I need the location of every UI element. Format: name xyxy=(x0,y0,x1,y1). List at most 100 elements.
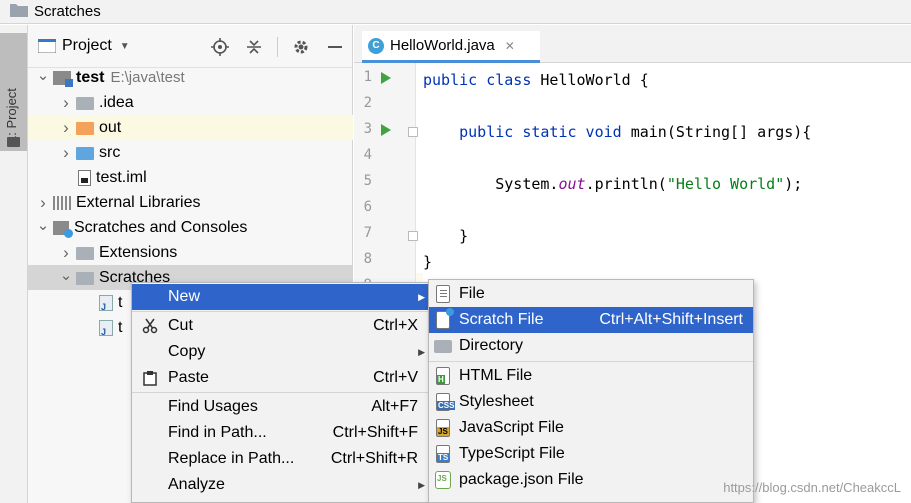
editor-tab-helloworld[interactable]: C HelloWorld.java ✕ xyxy=(362,31,540,63)
submenu-item-typescript-file[interactable]: TS TypeScript File xyxy=(429,441,753,467)
submenu-item-label: Directory xyxy=(459,337,524,354)
code-token: ); xyxy=(784,175,803,193)
submenu-item-file[interactable]: File xyxy=(429,281,753,307)
menu-item-find-usages[interactable]: Find Usages Alt+F7 xyxy=(132,394,428,420)
run-icon[interactable] xyxy=(381,72,391,84)
chevron-down-icon[interactable]: ▼ xyxy=(120,41,130,52)
paste-icon xyxy=(138,370,162,386)
submenu-item-directory[interactable]: Directory xyxy=(429,333,753,359)
menu-item-label: Find Usages xyxy=(168,398,258,415)
submenu-item-label: JavaScript File xyxy=(459,419,564,436)
code-token: public static void xyxy=(423,123,631,141)
tree-item[interactable]: test.iml xyxy=(28,165,353,190)
directory-icon xyxy=(434,339,452,353)
folder-icon xyxy=(76,247,94,260)
fold-icon[interactable] xyxy=(408,127,418,137)
tree-item-label: Extensions xyxy=(99,243,178,261)
submenu-item-label: TypeScript File xyxy=(459,445,565,462)
fold-icon[interactable] xyxy=(408,231,418,241)
project-header-actions xyxy=(209,25,346,68)
minimize-icon[interactable] xyxy=(324,36,346,58)
menu-item-new[interactable]: New ▶ xyxy=(132,284,428,310)
code-token: System. xyxy=(423,175,559,193)
collapse-all-icon[interactable] xyxy=(243,36,265,58)
editor-tab-bar: C HelloWorld.java ✕ xyxy=(354,25,911,63)
line-number: 5 xyxy=(363,173,372,189)
chevron-right-icon[interactable]: › xyxy=(59,243,73,263)
menu-item-copy[interactable]: Copy ▶ xyxy=(132,339,428,365)
menu-item-replace-in-path[interactable]: Replace in Path... Ctrl+Shift+R xyxy=(132,446,428,472)
submenu-item-html-file[interactable]: H HTML File xyxy=(429,363,753,389)
submenu-item-shortcut: Ctrl+Alt+Shift+Insert xyxy=(599,311,743,328)
submenu-arrow-icon: ▶ xyxy=(418,346,425,357)
chevron-right-icon[interactable]: › xyxy=(36,193,50,213)
tree-item[interactable]: › src xyxy=(28,140,353,165)
code-line: public static void main(String[] args){ xyxy=(423,119,811,145)
submenu-item-label: File xyxy=(459,285,485,302)
submenu-item-label: package.json File xyxy=(459,471,584,488)
line-number: 7 xyxy=(363,225,372,241)
chevron-right-icon[interactable]: › xyxy=(59,118,73,138)
submenu-item-stylesheet[interactable]: CSS Stylesheet xyxy=(429,389,753,415)
tree-item[interactable]: ⌄ test E:\java\test xyxy=(28,65,353,90)
line-number: 2 xyxy=(363,95,372,111)
chevron-down-icon[interactable]: ⌄ xyxy=(36,66,50,84)
context-menu: New ▶ Cut Ctrl+X Copy ▶ Paste Ctrl+V Find Usages… xyxy=(131,282,429,503)
tree-item[interactable]: › Extensions xyxy=(28,240,353,265)
tree-item[interactable]: › External Libraries xyxy=(28,190,353,215)
breadcrumb-label[interactable]: Scratches xyxy=(34,3,101,20)
scratches-icon xyxy=(53,220,73,238)
chevron-right-icon[interactable]: › xyxy=(59,93,73,113)
stylesheet-icon: CSS xyxy=(436,393,456,411)
tree-item-label: t xyxy=(118,318,123,336)
menu-item-shortcut: Ctrl+Shift+F xyxy=(332,424,418,441)
menu-item-shortcut: Ctrl+V xyxy=(373,369,418,386)
tree-item-label: t xyxy=(118,293,123,311)
source-folder-icon xyxy=(76,147,94,160)
line-number: 3 xyxy=(363,121,372,137)
chevron-down-icon[interactable]: ⌄ xyxy=(36,216,50,234)
locate-icon[interactable] xyxy=(209,36,231,58)
new-submenu: File Scratch File Ctrl+Alt+Shift+Insert Dir… xyxy=(428,279,754,503)
project-tool-tab[interactable]: 1: Project xyxy=(0,33,27,151)
menu-item-label: Paste xyxy=(168,369,209,386)
submenu-icon-wrap xyxy=(431,285,455,303)
menu-item-label: Replace in Path... xyxy=(168,450,295,467)
gear-icon[interactable] xyxy=(290,36,312,58)
menu-item-shortcut: Ctrl+Shift+R xyxy=(330,450,418,467)
javascript-file-icon: JS xyxy=(436,419,450,437)
icon-badge: CSS xyxy=(437,401,456,410)
tree-item-label: Scratches and Consoles xyxy=(74,218,248,236)
menu-separator xyxy=(132,311,428,312)
submenu-icon-wrap xyxy=(431,339,455,353)
run-icon[interactable] xyxy=(381,124,391,136)
tree-item[interactable]: › out xyxy=(28,115,353,140)
submenu-icon-wrap: H xyxy=(431,367,455,385)
submenu-icon-wrap: CSS xyxy=(431,393,456,411)
menu-item-paste[interactable]: Paste Ctrl+V xyxy=(132,365,428,391)
code-line: public class HelloWorld { xyxy=(423,67,649,93)
menu-item-cut[interactable]: Cut Ctrl+X xyxy=(132,313,428,339)
breadcrumb: Scratches xyxy=(0,0,911,24)
submenu-item-javascript-file[interactable]: JS JavaScript File xyxy=(429,415,753,441)
java-class-icon: C xyxy=(368,37,384,54)
project-view-selector[interactable]: Project xyxy=(62,37,112,55)
folder-icon xyxy=(7,137,20,147)
menu-item-analyze[interactable]: Analyze ▶ xyxy=(132,472,428,498)
chevron-down-icon[interactable]: ⌄ xyxy=(59,266,73,284)
tree-item[interactable]: › .idea xyxy=(28,90,353,115)
submenu-item-package-json-file[interactable]: package.json File xyxy=(429,467,753,493)
code-token: .println( xyxy=(585,175,667,193)
close-icon[interactable]: ✕ xyxy=(505,39,515,53)
icon-badge: JS xyxy=(437,427,449,436)
tree-item[interactable]: ⌄ Scratches and Consoles xyxy=(28,215,353,240)
menu-item-label: New xyxy=(168,288,201,305)
chevron-right-icon[interactable]: › xyxy=(59,143,73,163)
left-tool-strip: 1: Project xyxy=(0,25,28,503)
typescript-file-icon: TS xyxy=(436,445,450,463)
submenu-item-scratch-file[interactable]: Scratch File Ctrl+Alt+Shift+Insert xyxy=(429,307,753,333)
code-token: public class xyxy=(423,71,541,89)
icon-badge: TS xyxy=(437,453,450,462)
menu-item-find-in-path[interactable]: Find in Path... Ctrl+Shift+F xyxy=(132,420,428,446)
code-token: HelloWorld { xyxy=(540,71,649,89)
